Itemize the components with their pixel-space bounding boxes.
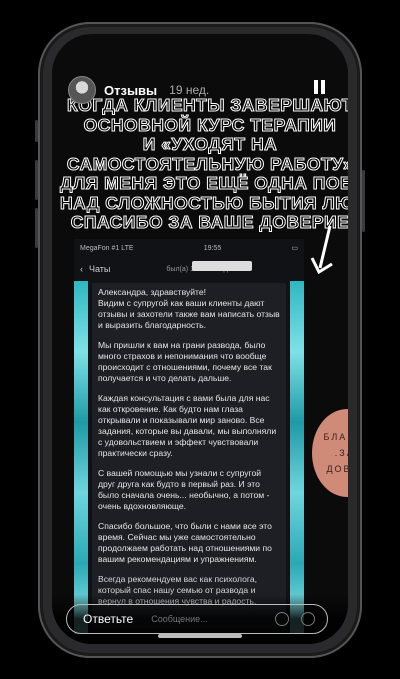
- sticker-line: .ЗА.: [334, 448, 348, 458]
- status-bar: MegaFon #1 LTE 19:55 ▭: [74, 239, 304, 257]
- mute-switch: [35, 120, 38, 142]
- message-paragraph: Мы пришли к вам на грани развода, было м…: [98, 340, 272, 383]
- chat-screenshot: MegaFon #1 LTE 19:55 ▭ ‹ Чаты был(а) 1 ч…: [74, 239, 304, 634]
- reply-placeholder: Сообщение...: [151, 614, 208, 624]
- water-background-left: [74, 281, 88, 634]
- thanks-sticker: БЛАГОД .ЗА. ДОВЕР: [312, 409, 348, 497]
- headline-line: СПАСИБО ЗА ВАШЕ ДОВЕРИЕ: [70, 212, 348, 232]
- reply-actions: [275, 612, 315, 626]
- sticker-line: ДОВЕР: [326, 464, 348, 474]
- sticker-icon[interactable]: [275, 612, 289, 626]
- carrier-label: MegaFon #1 LTE: [80, 244, 134, 252]
- headline-line: НАД СЛОЖНОСТЬЮ БЫТИЯ ЛЮДЕЙ: [60, 192, 349, 213]
- headline-line: И «УХОДЯТ НА: [142, 134, 278, 154]
- sticker-line: БЛАГОД: [323, 432, 348, 442]
- message-paragraph: Каждая консультация с вами была для нас …: [98, 393, 277, 458]
- message-paragraph: С вашей помощью мы узнали с супругой дру…: [98, 468, 270, 511]
- story-time: 19 нед.: [169, 83, 210, 97]
- avatar[interactable]: [68, 76, 96, 104]
- home-indicator[interactable]: [158, 634, 242, 638]
- water-background-right: [290, 281, 304, 634]
- volume-up-button: [35, 160, 38, 200]
- story-header[interactable]: Отзывы 19 нед.: [68, 76, 209, 104]
- chat-nav: ‹ Чаты был(а) 1 час назад: [74, 257, 304, 281]
- redacted-name: [192, 261, 252, 271]
- back-chevron-icon: ‹: [80, 264, 83, 274]
- battery-icon: ▭: [291, 245, 298, 252]
- pause-icon[interactable]: [314, 80, 326, 94]
- clock-label: 19:55: [203, 244, 222, 252]
- arrow-down-icon: [310, 225, 333, 275]
- phone-screen: Отзывы 19 нед. КОГДА КЛИЕНТЫ ЗАВЕРШАЮТ О…: [52, 34, 348, 644]
- story-author[interactable]: Отзывы: [104, 83, 157, 98]
- reply-label: Ответьте: [83, 612, 134, 626]
- headline-line: ДЛЯ МЕНЯ ЭТО ЕЩЁ ОДНА ПОБЕДА: [60, 173, 349, 193]
- back-label: Чаты: [89, 264, 111, 274]
- camera-icon[interactable]: [301, 612, 315, 626]
- power-button: [362, 170, 365, 232]
- volume-down-button: [35, 208, 38, 248]
- reply-input[interactable]: Ответьте Сообщение...: [66, 604, 328, 634]
- notch: [156, 34, 244, 56]
- headline-line: ОСНОВНОЙ КУРС ТЕРАПИИ: [83, 114, 337, 135]
- headline-line: САМОСТОЯТЕЛЬНУЮ РАБОТУ»: [66, 153, 348, 174]
- message-paragraph: Александра, здравствуйте! Видим с супруг…: [98, 287, 280, 330]
- story-headline: КОГДА КЛИЕНТЫ ЗАВЕРШАЮТ ОСНОВНОЙ КУРС ТЕ…: [60, 95, 349, 233]
- message-paragraph: Спасибо большое, что были с нами все это…: [98, 521, 272, 564]
- chat-message: Александра, здравствуйте! Видим с супруг…: [92, 283, 286, 628]
